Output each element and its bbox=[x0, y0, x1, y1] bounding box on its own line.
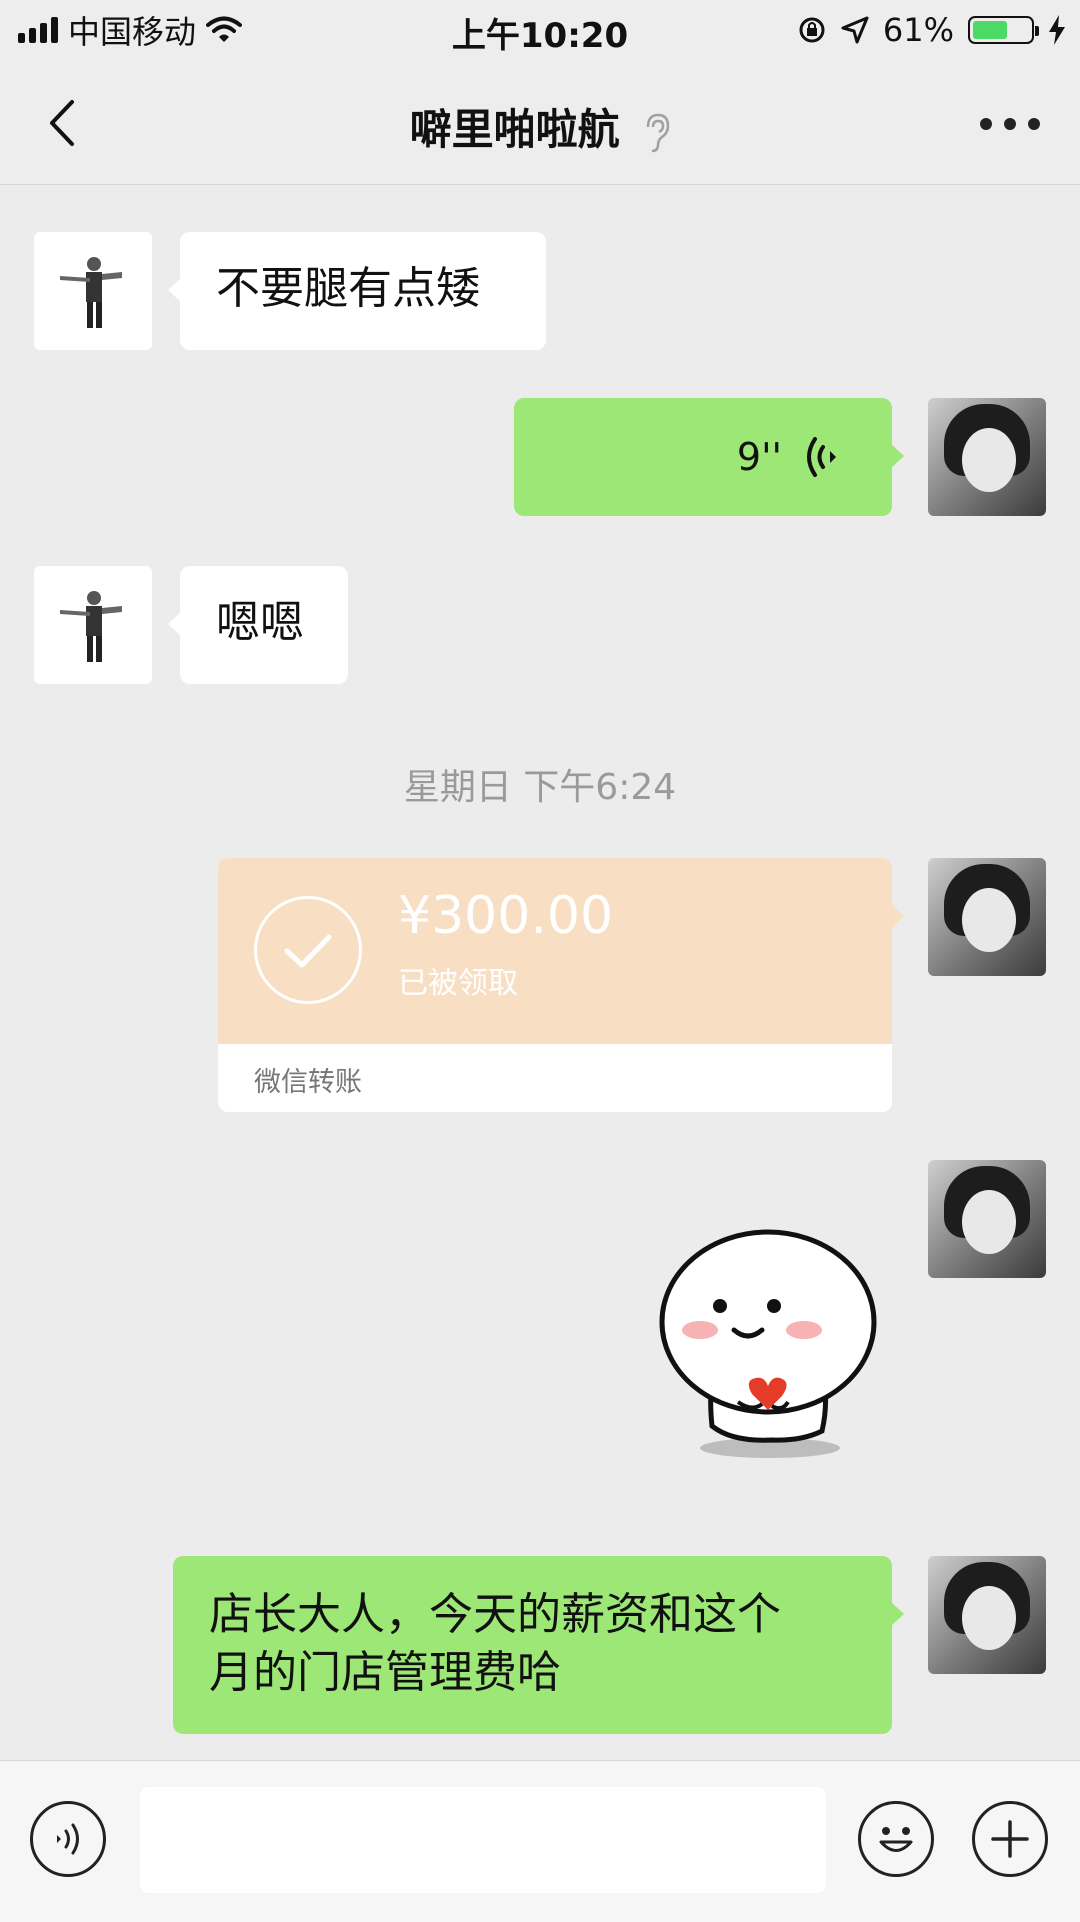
more-dots-icon[interactable] bbox=[980, 104, 1040, 144]
message-text: 不要腿有点矮 bbox=[216, 263, 480, 314]
contact-avatar-figure bbox=[60, 257, 122, 328]
contact-avatar-figure bbox=[60, 591, 122, 662]
status-right: 61% bbox=[797, 10, 1066, 50]
ear-icon bbox=[647, 113, 670, 152]
voice-message-bubble[interactable]: 9'' bbox=[514, 398, 904, 516]
message-input[interactable] bbox=[140, 1787, 826, 1893]
my-avatar[interactable] bbox=[928, 398, 1046, 516]
message-text-line2: 月的门店管理费哈 bbox=[209, 1647, 561, 1698]
transfer-card[interactable]: ¥300.00 已被领取 微信转账 bbox=[218, 858, 904, 1112]
transfer-status: 已被领取 bbox=[398, 966, 518, 1001]
transfer-label: 微信转账 bbox=[254, 1067, 362, 1098]
contact-avatar[interactable] bbox=[34, 232, 152, 350]
message-bubble[interactable]: 不要腿有点矮 bbox=[168, 232, 546, 350]
plus-icon[interactable] bbox=[972, 1801, 1048, 1877]
status-bar: 中国移动 上午10:20 61% bbox=[0, 0, 1080, 60]
transfer-amount: ¥300.00 bbox=[398, 886, 614, 946]
message-text: 嗯嗯 bbox=[216, 597, 304, 648]
chat-title-text: 噼里啪啦航 bbox=[409, 105, 620, 154]
message-bubble[interactable]: 店长大人，今天的薪资和这个 月的门店管理费哈 bbox=[173, 1556, 904, 1734]
smiling-ghost-sticker[interactable] bbox=[652, 1226, 884, 1462]
emoji-icon[interactable] bbox=[858, 1801, 934, 1877]
message-bubble[interactable]: 嗯嗯 bbox=[168, 566, 348, 684]
contact-avatar[interactable] bbox=[34, 566, 152, 684]
my-avatar[interactable] bbox=[928, 1160, 1046, 1278]
voice-duration: 9'' bbox=[736, 435, 782, 479]
message-text-line1: 店长大人，今天的薪资和这个 bbox=[209, 1589, 781, 1640]
chat-header: 噼里啪啦航 bbox=[0, 60, 1080, 185]
location-arrow-icon bbox=[841, 16, 869, 44]
voice-input-icon[interactable] bbox=[30, 1801, 106, 1877]
voice-wave-icon bbox=[807, 437, 836, 477]
charging-bolt-icon bbox=[1049, 15, 1065, 45]
transfer-card-top: ¥300.00 已被领取 bbox=[218, 858, 892, 1044]
chat-title: 噼里啪啦航 bbox=[0, 96, 1080, 157]
rotation-lock-icon bbox=[799, 17, 825, 43]
my-avatar[interactable] bbox=[928, 858, 1046, 976]
input-bar bbox=[0, 1760, 1080, 1922]
my-avatar[interactable] bbox=[928, 1556, 1046, 1674]
battery-icon bbox=[968, 16, 1039, 44]
check-circle-icon bbox=[254, 896, 362, 1004]
chat-timestamp: 星期日 下午6:24 bbox=[403, 767, 677, 808]
battery-percent: 61% bbox=[882, 11, 954, 49]
